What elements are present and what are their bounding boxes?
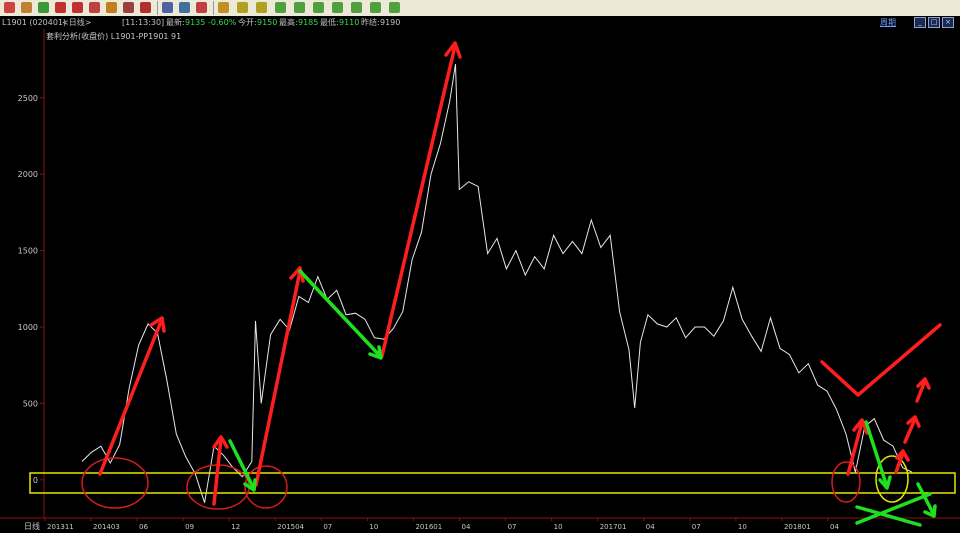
x-tick-label: 07: [692, 523, 701, 531]
y-tick-label: 0: [33, 476, 38, 485]
x-tick-label: 06: [139, 523, 148, 531]
x-tick-label: 10: [369, 523, 378, 531]
draw-icon[interactable]: [89, 2, 100, 13]
view-label: <日线>: [62, 18, 92, 27]
pen-icon[interactable]: [106, 2, 117, 13]
spread-chart: 套利分析(收盘价) L1901-PP1901 91 0 500 1000 1500 20…: [0, 29, 960, 533]
minimize-button[interactable]: _: [914, 17, 926, 28]
open-icon[interactable]: [21, 2, 32, 13]
restore-button[interactable]: □: [928, 17, 940, 28]
prevclose-value: 9190: [380, 18, 401, 27]
kline-icon[interactable]: [196, 2, 207, 13]
toolbar: [0, 0, 960, 17]
period-60-icon[interactable]: [313, 2, 324, 13]
cycle-link[interactable]: 周期: [880, 17, 896, 28]
low-label: 最低:: [320, 18, 339, 27]
quote-info-bar: L1901 (020401) <日线> [11:13:30] 最新: 9135 …: [0, 16, 960, 29]
period-1-icon[interactable]: [237, 2, 248, 13]
eraser-icon[interactable]: [123, 2, 134, 13]
list-icon[interactable]: [179, 2, 190, 13]
x-tick-label: 201504: [277, 523, 304, 531]
x-tick-label: 04: [646, 523, 655, 531]
x-tick-label: 04: [830, 523, 839, 531]
x-tick-label: 12: [231, 523, 240, 531]
x-tick-label: 201601: [415, 523, 442, 531]
high-label: 最高:: [279, 18, 298, 27]
x-tick-label: 04: [462, 523, 471, 531]
day-icon[interactable]: [332, 2, 343, 13]
x-tick-label: 201801: [784, 523, 811, 531]
x-tick-label: 201403: [93, 523, 120, 531]
y-tick-label: 500: [23, 399, 38, 408]
chart-background: [0, 29, 960, 533]
time-label: [11:13:30]: [122, 18, 165, 27]
x-tick-label: 09: [185, 523, 194, 531]
zoom-out-icon[interactable]: [72, 2, 83, 13]
close-button[interactable]: ×: [942, 17, 954, 28]
x-tick-label: 10: [554, 523, 563, 531]
toolbar-separator: [157, 1, 158, 15]
refresh-icon[interactable]: [38, 2, 49, 13]
x-tick-label: 201701: [600, 523, 627, 531]
toolbar-separator: [213, 1, 214, 15]
month-icon[interactable]: [370, 2, 381, 13]
open-label: 今开:: [238, 18, 257, 27]
last-label: 最新:: [166, 18, 185, 27]
open-value: 9150: [257, 18, 278, 27]
period-30-icon[interactable]: [294, 2, 305, 13]
y-tick-label: 1000: [18, 323, 38, 332]
filter-icon[interactable]: [140, 2, 151, 13]
y-tick-label: 2500: [18, 94, 38, 103]
y-tick-label: 1500: [18, 247, 38, 256]
period-15-icon[interactable]: [275, 2, 286, 13]
x-tick-label: 07: [508, 523, 517, 531]
period-label: 日线: [24, 521, 40, 531]
change-value: -0.60%: [208, 18, 237, 27]
x-tick-label: 07: [323, 523, 332, 531]
y-tick-label: 2000: [18, 170, 38, 179]
x-tick-label: 201311: [47, 523, 74, 531]
home-icon[interactable]: [4, 2, 15, 13]
last-value: 9135: [185, 18, 206, 27]
low-value: 9110: [339, 18, 360, 27]
table-icon[interactable]: [162, 2, 173, 13]
x-tick-label: 10: [738, 523, 747, 531]
contract-label: L1901 (020401): [2, 18, 67, 27]
year-icon[interactable]: [389, 2, 400, 13]
f10-icon[interactable]: [218, 2, 229, 13]
chart-title: 套利分析(收盘价) L1901-PP1901 91: [46, 31, 181, 41]
prevclose-label: 昨结:: [361, 18, 380, 27]
zoom-in-icon[interactable]: [55, 2, 66, 13]
week-icon[interactable]: [351, 2, 362, 13]
period-5-icon[interactable]: [256, 2, 267, 13]
high-value: 9185: [298, 18, 319, 27]
